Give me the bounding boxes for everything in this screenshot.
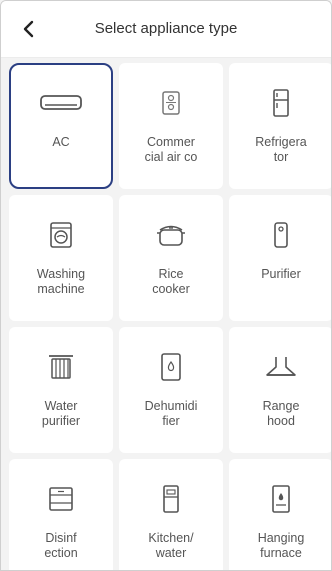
- appliance-tile-kitchen-water[interactable]: Kitchen/ water: [119, 459, 223, 570]
- air-conditioner-icon: [11, 85, 111, 121]
- appliance-type-screen: Select appliance type AC Commer cial air…: [0, 0, 332, 571]
- appliance-tile-disinfection[interactable]: Disinf ection: [9, 459, 113, 570]
- appliance-label: Washing machine: [36, 267, 86, 296]
- appliance-label: Purifier: [261, 267, 301, 281]
- appliance-label: Disinf ection: [44, 531, 78, 560]
- appliance-label: Water purifier: [41, 399, 81, 428]
- appliance-tile-water-purifier[interactable]: Water purifier: [9, 327, 113, 453]
- appliance-tile-dehumidifier[interactable]: Dehumidi fier: [119, 327, 223, 453]
- appliance-grid: AC Commer cial air co Refrigera tor Wash…: [9, 63, 331, 570]
- appliance-label: Rice cooker: [152, 267, 190, 296]
- appliance-tile-refrigerator[interactable]: Refrigera tor: [229, 63, 331, 189]
- appliance-tile-range-hood[interactable]: Range hood: [229, 327, 331, 453]
- commercial-air-conditioner-icon: [119, 85, 223, 121]
- appliance-label: Hanging furnace: [257, 531, 305, 560]
- hanging-furnace-icon: [229, 481, 331, 517]
- appliance-tile-purifier[interactable]: Purifier: [229, 195, 331, 321]
- refrigerator-icon: [229, 85, 331, 121]
- washing-machine-icon: [9, 217, 113, 253]
- appliance-label: Range hood: [262, 399, 300, 428]
- appliance-label: Kitchen/ water: [148, 531, 194, 560]
- kitchen-water-heater-icon: [119, 481, 223, 517]
- disinfection-cabinet-icon: [9, 481, 113, 517]
- appliance-label: Dehumidi fier: [144, 399, 198, 428]
- range-hood-icon: [229, 349, 331, 385]
- top-bar: Select appliance type: [1, 1, 331, 58]
- purifier-icon: [229, 217, 331, 253]
- appliance-tile-ac[interactable]: AC: [9, 63, 113, 189]
- appliance-tile-hanging-furnace[interactable]: Hanging furnace: [229, 459, 331, 570]
- page-title: Select appliance type: [94, 20, 238, 37]
- appliance-tile-commercial-air-co[interactable]: Commer cial air co: [119, 63, 223, 189]
- water-purifier-icon: [9, 349, 113, 385]
- appliance-label: Refrigera tor: [255, 135, 307, 164]
- rice-cooker-icon: [119, 217, 223, 253]
- appliance-tile-rice-cooker[interactable]: Rice cooker: [119, 195, 223, 321]
- appliance-label: AC: [52, 135, 70, 149]
- appliance-tile-washing-machine[interactable]: Washing machine: [9, 195, 113, 321]
- dehumidifier-icon: [119, 349, 223, 385]
- appliance-label: Commer cial air co: [144, 135, 198, 164]
